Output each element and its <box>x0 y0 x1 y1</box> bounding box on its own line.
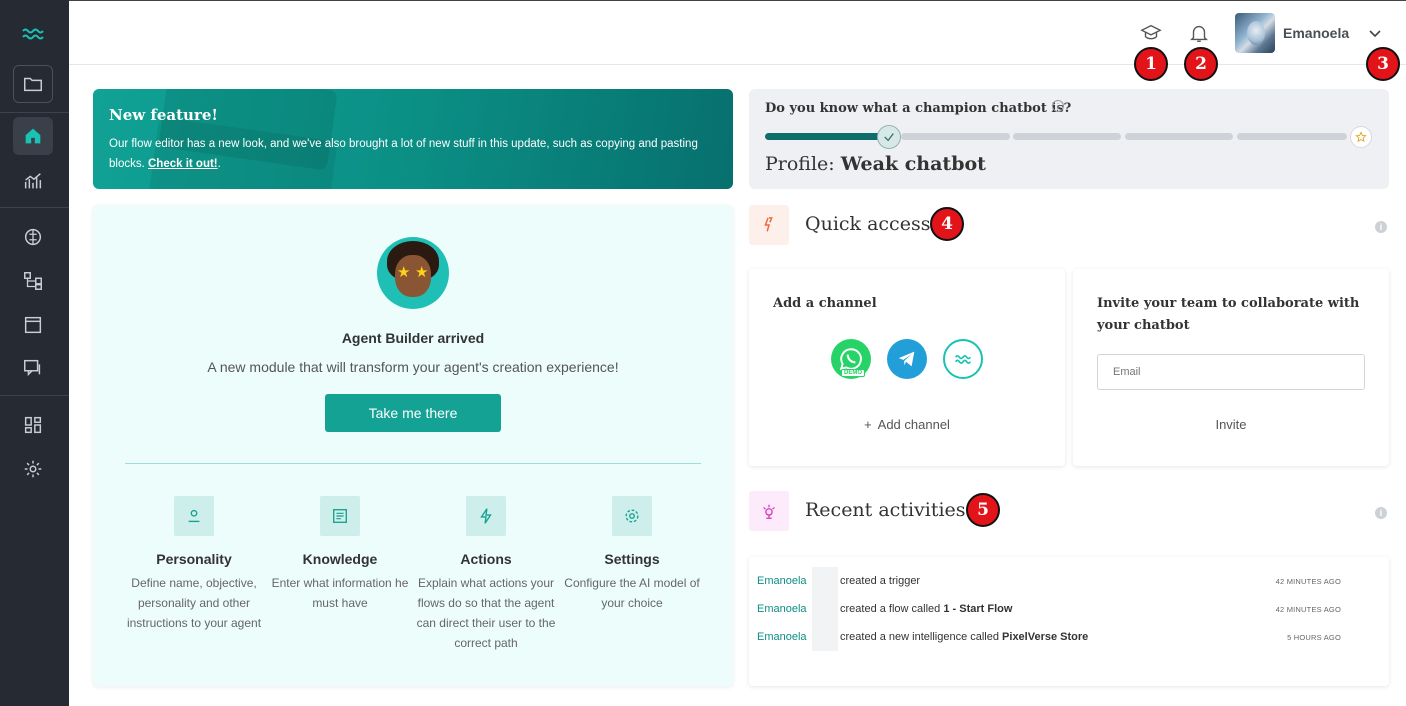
feature-title: Knowledge <box>302 551 378 567</box>
add-channel-button[interactable]: + Add channel <box>749 417 1065 432</box>
feature-desc: Enter what information he must have <box>271 576 409 610</box>
waves-logo-icon[interactable] <box>21 22 45 46</box>
feature-title: Personality <box>156 551 232 567</box>
activity-time: 42 MINUTES AGO <box>1275 576 1341 586</box>
check-icon <box>877 125 901 149</box>
gear-icon <box>612 496 652 536</box>
info-icon[interactable]: i <box>1375 507 1387 519</box>
sidebar-item-brain[interactable] <box>13 218 53 256</box>
folder-icon <box>24 77 42 92</box>
take-me-there-button[interactable]: Take me there <box>325 394 501 432</box>
progress-segment <box>1125 133 1233 140</box>
info-icon[interactable]: i <box>1375 221 1387 233</box>
feature-personality: Personality Define name, objective, pers… <box>124 496 264 633</box>
champion-question: Do you know what a champion chatbot is? <box>765 101 1072 116</box>
home-icon <box>25 128 41 144</box>
sidebar-item-folder[interactable] <box>13 65 53 103</box>
banner-title: New feature! <box>109 106 218 124</box>
divider <box>125 463 701 464</box>
activity-row: Emanoela created a flow called 1 - Start… <box>757 595 1387 623</box>
activity-time: 5 HOURS AGO <box>1287 632 1341 642</box>
academy-icon[interactable] <box>1139 21 1163 45</box>
profile-status: Profile: Weak chatbot <box>765 153 986 175</box>
annotation-badge-5: 5 <box>966 493 1000 527</box>
invite-button[interactable]: Invite <box>1073 417 1389 432</box>
window-icon <box>24 316 42 334</box>
flow-icon <box>24 272 42 290</box>
telegram-icon[interactable] <box>887 339 927 379</box>
sidebar-item-flows[interactable] <box>13 262 53 300</box>
plus-icon: + <box>864 417 872 432</box>
invite-team-card: Invite your team to collaborate with you… <box>1073 269 1389 466</box>
progress-segment <box>901 133 1010 140</box>
agent-avatar: ★ ★ <box>377 237 449 309</box>
annotation-badge-3: 3 <box>1366 47 1400 81</box>
agent-builder-heading: Agent Builder arrived <box>341 330 485 346</box>
webchat-icon[interactable] <box>943 339 983 379</box>
activity-time: 42 MINUTES AGO <box>1275 604 1341 614</box>
analytics-icon <box>24 173 42 189</box>
bulb-icon <box>749 491 789 531</box>
feature-desc: Explain what actions your flows do so th… <box>416 576 556 650</box>
invite-title: Invite your team to collaborate with you… <box>1097 296 1360 333</box>
sidebar-item-window[interactable] <box>13 306 53 344</box>
feature-knowledge: Knowledge Enter what information he must… <box>270 496 410 613</box>
feature-actions: Actions Explain what actions your flows … <box>416 496 556 653</box>
progress-segment <box>765 133 881 140</box>
gear-icon <box>24 460 42 478</box>
activity-user-link[interactable]: Emanoela <box>757 603 812 615</box>
progress-segment <box>1237 133 1347 140</box>
sidebar-item-settings[interactable] <box>13 450 53 488</box>
feature-settings: Settings Configure the AI model of your … <box>562 496 702 613</box>
brain-icon <box>24 228 42 246</box>
activity-row: Emanoela created a new intelligence call… <box>757 623 1387 651</box>
blurred-block <box>812 623 838 651</box>
activity-user-link[interactable]: Emanoela <box>757 575 812 587</box>
sidebar-item-analytics[interactable] <box>13 162 53 200</box>
check-it-out-link[interactable]: Check it out! <box>148 158 218 170</box>
username[interactable]: Emanoela <box>1283 25 1349 41</box>
activity-user-link[interactable]: Emanoela <box>757 631 812 643</box>
blurred-block <box>812 567 838 595</box>
feature-desc: Define name, objective, personality and … <box>126 576 262 630</box>
agent-builder-card: ★ ★ Agent Builder arrived A new module th… <box>93 205 733 686</box>
add-channel-title: Add a channel <box>773 296 877 311</box>
chevron-down-icon[interactable] <box>1367 25 1383 41</box>
annotation-badge-1: 1 <box>1134 47 1168 81</box>
bell-icon[interactable] <box>1187 21 1211 45</box>
sidebar-item-chat[interactable] <box>13 349 53 387</box>
demo-label: DEMO <box>841 369 865 377</box>
feature-title: Settings <box>604 551 660 567</box>
star-icon <box>1350 126 1372 148</box>
feature-desc: Configure the AI model of your choice <box>564 576 700 610</box>
progress-segment <box>1013 133 1121 140</box>
annotation-badge-4: 4 <box>930 207 964 241</box>
sidebar-item-home[interactable] <box>13 117 53 155</box>
lightning-icon <box>749 205 789 245</box>
info-icon[interactable] <box>1051 99 1065 113</box>
add-channel-card: Add a channel DEMO + Add channel <box>749 269 1065 466</box>
document-icon <box>320 496 360 536</box>
champion-chatbot-card: Do you know what a champion chatbot is? … <box>749 89 1389 189</box>
email-field[interactable] <box>1097 354 1365 390</box>
quick-access-title: Quick access <box>805 213 931 235</box>
bolt-icon <box>466 496 506 536</box>
chat-icon <box>24 359 41 377</box>
dashboard-icon <box>24 416 42 434</box>
recent-activities-card: Emanoela created a trigger 42 MINUTES AG… <box>749 557 1389 686</box>
annotation-badge-2: 2 <box>1184 47 1218 81</box>
avatar[interactable] <box>1235 13 1275 53</box>
activity-row: Emanoela created a trigger 42 MINUTES AG… <box>757 567 1387 595</box>
agent-builder-subtitle: A new module that will transform your ag… <box>207 359 619 375</box>
sidebar <box>0 0 69 706</box>
new-feature-banner: New feature! Our flow editor has a new l… <box>93 89 733 189</box>
banner-text: Our flow editor has a new look, and we'v… <box>109 138 698 170</box>
recent-activities-title: Recent activities <box>805 499 966 521</box>
sidebar-item-dashboard[interactable] <box>13 406 53 444</box>
person-icon <box>174 496 214 536</box>
feature-title: Actions <box>460 551 512 567</box>
blurred-block <box>812 595 838 623</box>
